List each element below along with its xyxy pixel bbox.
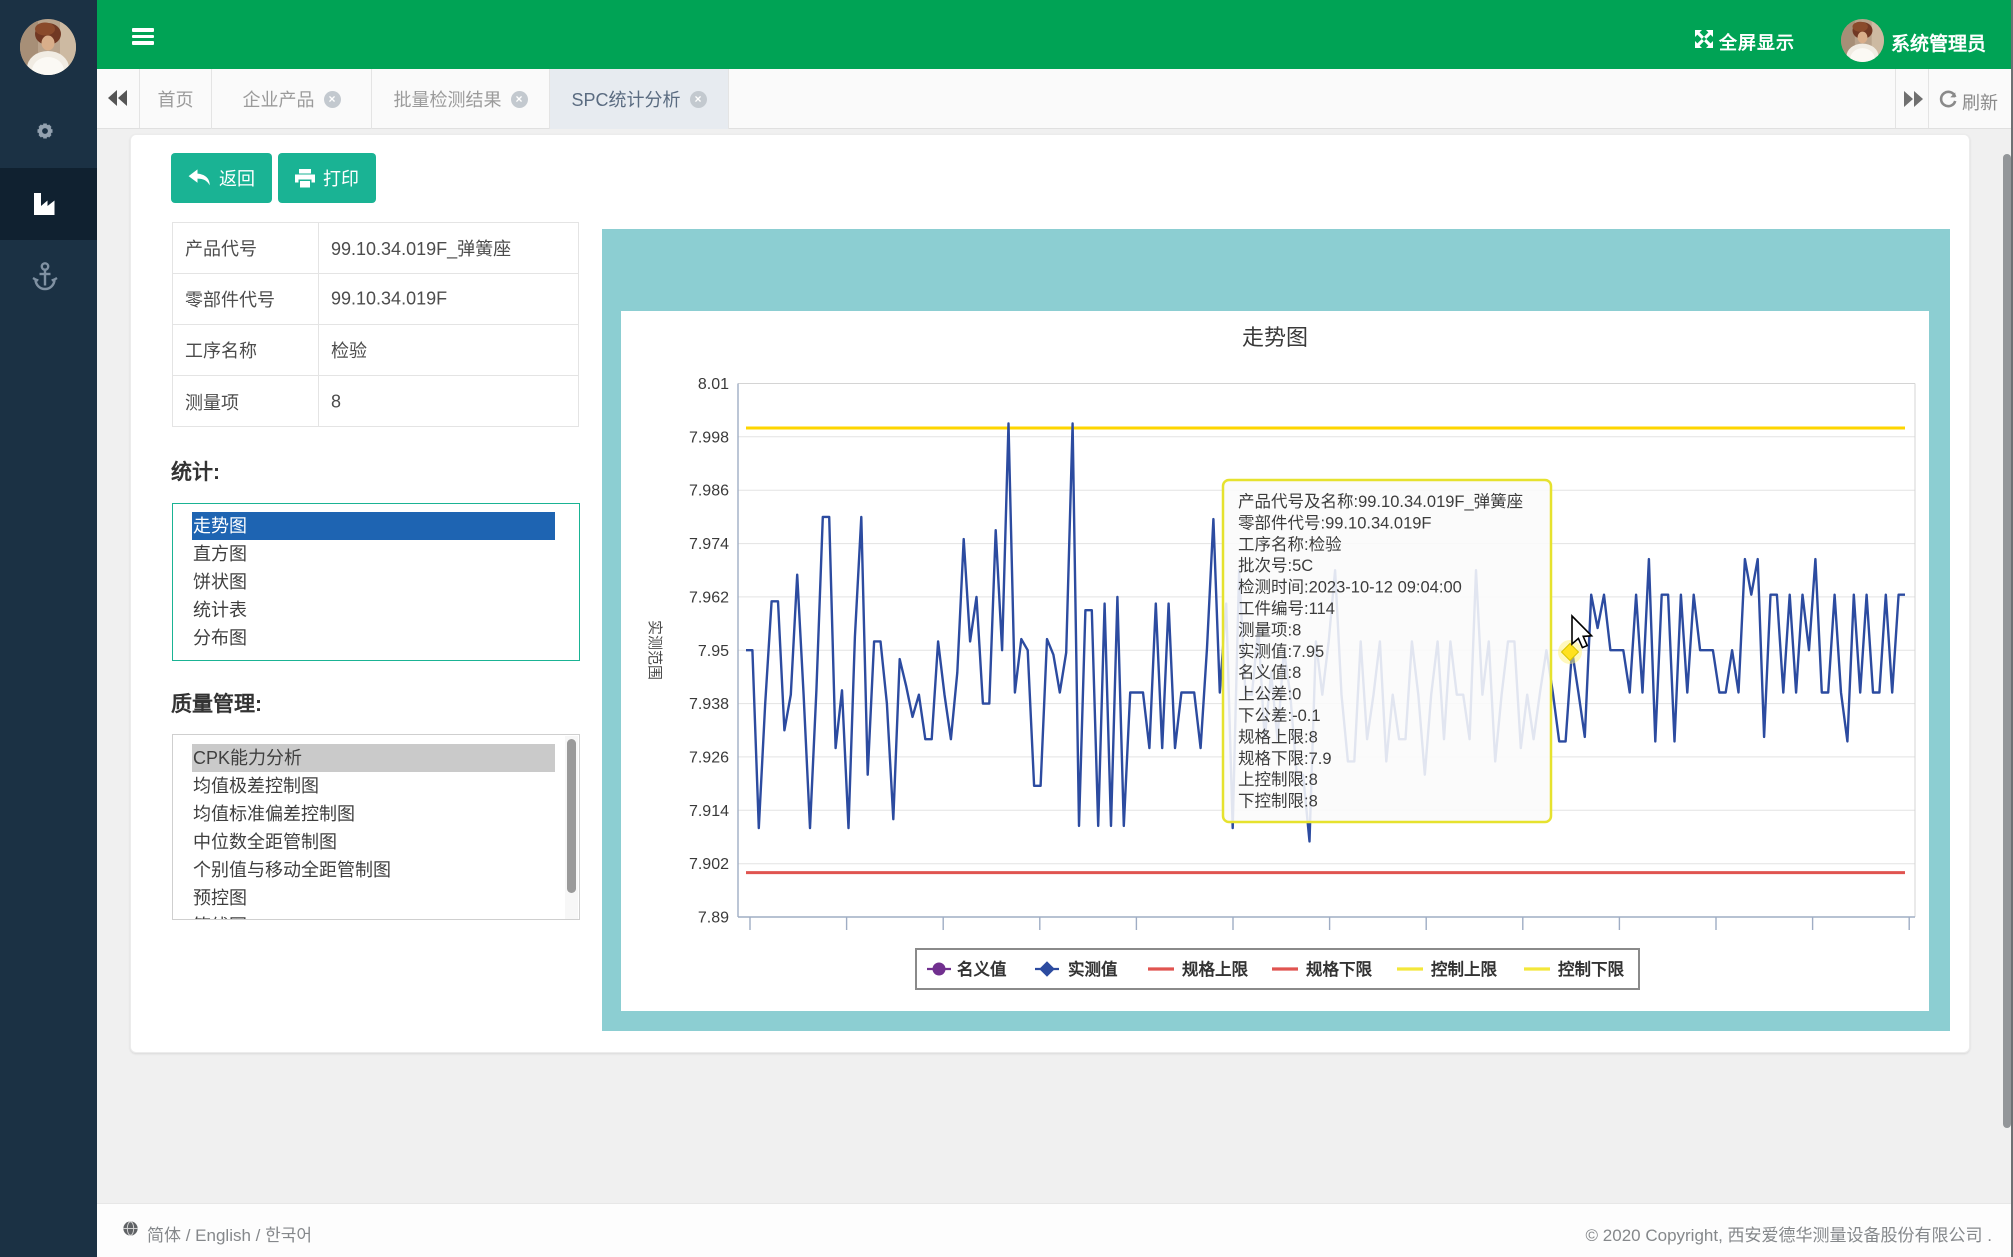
svg-text:7.974: 7.974	[689, 536, 729, 553]
svg-text:走势图: 走势图	[1242, 325, 1308, 350]
svg-text:7.998: 7.998	[689, 429, 729, 446]
svg-text:名义值: 名义值	[957, 959, 1007, 979]
svg-text:批次号:5C: 批次号:5C	[1238, 556, 1313, 575]
svg-text:上公差:0: 上公差:0	[1238, 685, 1301, 704]
svg-text:规格下限:7.9: 规格下限:7.9	[1238, 749, 1332, 768]
svg-text:上控制限:8: 上控制限:8	[1238, 770, 1318, 789]
svg-text:零部件代号:99.10.34.019F: 零部件代号:99.10.34.019F	[1238, 513, 1432, 532]
svg-text:7.914: 7.914	[689, 803, 729, 820]
svg-text:7.95: 7.95	[698, 643, 729, 660]
svg-text:实测值: 实测值	[1068, 959, 1118, 979]
svg-text:测量项:8: 测量项:8	[1238, 620, 1301, 639]
svg-text:产品代号及名称:99.10.34.019F_弹簧座: 产品代号及名称:99.10.34.019F_弹簧座	[1238, 492, 1523, 511]
svg-text:工件编号:114: 工件编号:114	[1238, 599, 1335, 618]
svg-text:7.938: 7.938	[689, 696, 729, 713]
svg-text:8.01: 8.01	[698, 376, 729, 393]
svg-text:工序名称:检验: 工序名称:检验	[1238, 535, 1342, 554]
svg-text:控制下限: 控制下限	[1558, 959, 1625, 979]
svg-text:7.962: 7.962	[689, 589, 729, 606]
svg-text:规格下限: 规格下限	[1306, 959, 1373, 979]
svg-text:7.926: 7.926	[689, 749, 729, 766]
svg-text:下控制限:8: 下控制限:8	[1238, 792, 1318, 811]
svg-text:下公差:-0.1: 下公差:-0.1	[1238, 706, 1321, 725]
svg-text:检测时间:2023-10-12 09:04:00: 检测时间:2023-10-12 09:04:00	[1238, 578, 1462, 597]
svg-text:规格上限:8: 规格上限:8	[1238, 727, 1318, 746]
svg-text:控制上限: 控制上限	[1431, 959, 1498, 979]
svg-text:7.89: 7.89	[698, 910, 729, 927]
svg-text:规格上限: 规格上限	[1182, 959, 1249, 979]
svg-text:7.986: 7.986	[689, 483, 729, 500]
svg-text:实测值:7.95: 实测值:7.95	[1238, 642, 1324, 661]
svg-text:实测范围: 实测范围	[646, 620, 663, 680]
svg-text:7.902: 7.902	[689, 856, 729, 873]
svg-text:名义值:8: 名义值:8	[1238, 663, 1301, 682]
